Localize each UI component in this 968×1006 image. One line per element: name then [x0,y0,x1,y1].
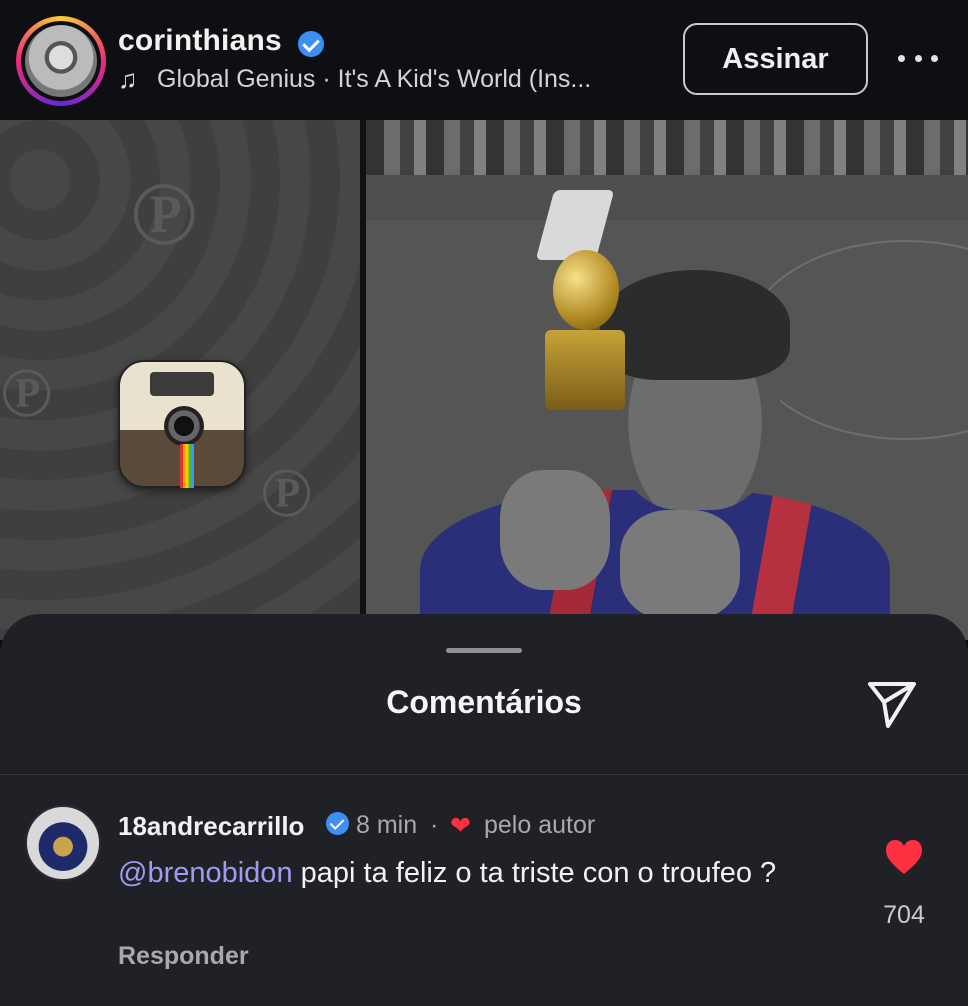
avatar-image [25,25,97,97]
profile-avatar[interactable] [16,16,106,106]
sheet-title: Comentários [386,684,582,720]
trophy [535,190,625,440]
sheet-drag-handle[interactable] [446,648,522,653]
like-heart-icon[interactable] [884,838,924,876]
username[interactable]: corinthians [118,24,282,58]
watermark-logo: ℗ [130,160,198,266]
reply-button[interactable]: Responder [118,942,249,971]
comment-time: 8 min [356,811,418,839]
post-header: corinthians ♫ Global Genius · It's A Kid… [0,0,968,120]
commenter-avatar[interactable] [25,805,101,881]
post-media[interactable]: ℗ ℗ ℗ [0,120,968,640]
left-panel-image: ℗ ℗ ℗ [0,120,362,640]
verified-badge-icon [298,31,324,57]
music-note-icon: ♫ [118,64,138,94]
like-count: 704 [883,901,925,929]
instagram-classic-camera-icon [118,360,246,488]
more-horizontal-icon[interactable] [898,45,938,71]
verified-badge-icon [326,812,349,835]
liked-by-author-label: pelo autor [484,811,596,839]
liked-by-author-heart-icon: ❤ [450,812,471,840]
meta-separator: · [430,811,439,839]
comment-body: papi ta feliz o ta triste con o troufeo … [292,857,777,889]
comment-text: @brenobidon papi ta feliz o ta triste co… [118,854,858,892]
commenter-username[interactable]: 18andrecarrillo [118,811,304,842]
watermark-logo: ℗ [0,350,53,433]
send-icon[interactable] [866,680,918,730]
background-crowd [366,120,968,175]
subscribe-button[interactable]: Assinar [683,23,868,95]
mention-link[interactable]: @brenobidon [118,857,293,889]
boy-holding-trophy [420,270,890,640]
watermark-logo: ℗ [260,450,313,533]
audio-track-label[interactable]: Global Genius · It's A Kid's World (Ins.… [157,65,591,94]
divider [0,774,968,775]
comments-sheet: Comentários 18andrecarrillo 8 min · ❤ pe… [0,614,968,1006]
